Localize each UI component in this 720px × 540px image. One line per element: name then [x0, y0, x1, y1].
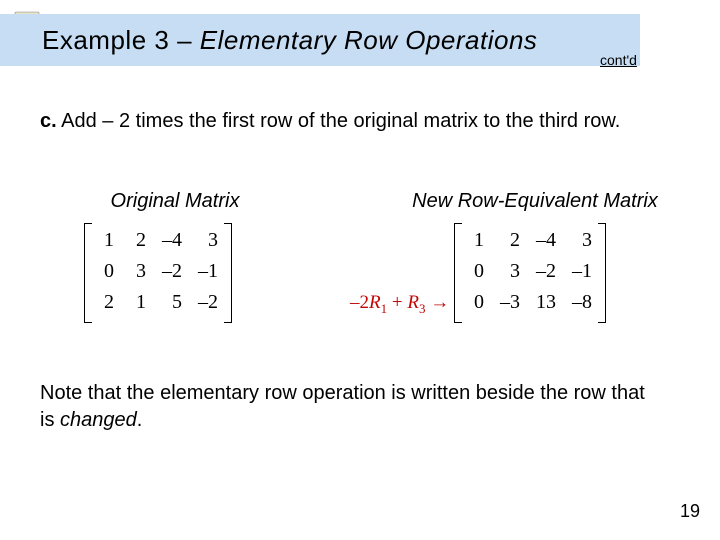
matrix-row: 1 2 –4 3: [460, 225, 600, 256]
title-text: Elementary Row Operations: [200, 25, 538, 55]
matrix-row: 0 3 –2 –1: [90, 256, 226, 287]
matrix-row: 0 3 –2 –1: [460, 256, 600, 287]
matrix-row: 2 1 5 –2: [90, 287, 226, 318]
new-matrix-header: New Row-Equivalent Matrix: [350, 190, 720, 213]
matrix-row: 1 2 –4 3: [90, 225, 226, 256]
original-matrix-header: Original Matrix: [0, 190, 350, 213]
example-label: Example 3: [42, 25, 169, 55]
new-matrix: 1 2 –4 3 0 3 –2 –1 0 –3 13 –8: [460, 225, 600, 318]
slide-title: Example 3 – Elementary Row Operations: [42, 25, 537, 56]
part-label: c.: [40, 110, 57, 132]
original-matrix: 1 2 –4 3 0 3 –2 –1 2 1 5 –2: [90, 225, 226, 318]
row-operation-label: –2R1 + R3 →: [350, 292, 449, 317]
part-c-text: c. Add – 2 times the first row of the or…: [40, 108, 660, 135]
title-bar: Example 3 – Elementary Row Operations: [0, 14, 640, 66]
contd-label: cont'd: [600, 52, 637, 68]
matrices-area: 1 2 –4 3 0 3 –2 –1 2 1 5 –2 1: [0, 225, 720, 345]
matrix-headers: Original Matrix New Row-Equivalent Matri…: [0, 190, 720, 213]
note-text: Note that the elementary row operation i…: [40, 380, 660, 434]
matrix-row: 0 –3 13 –8: [460, 287, 600, 318]
page-number: 19: [680, 501, 700, 522]
